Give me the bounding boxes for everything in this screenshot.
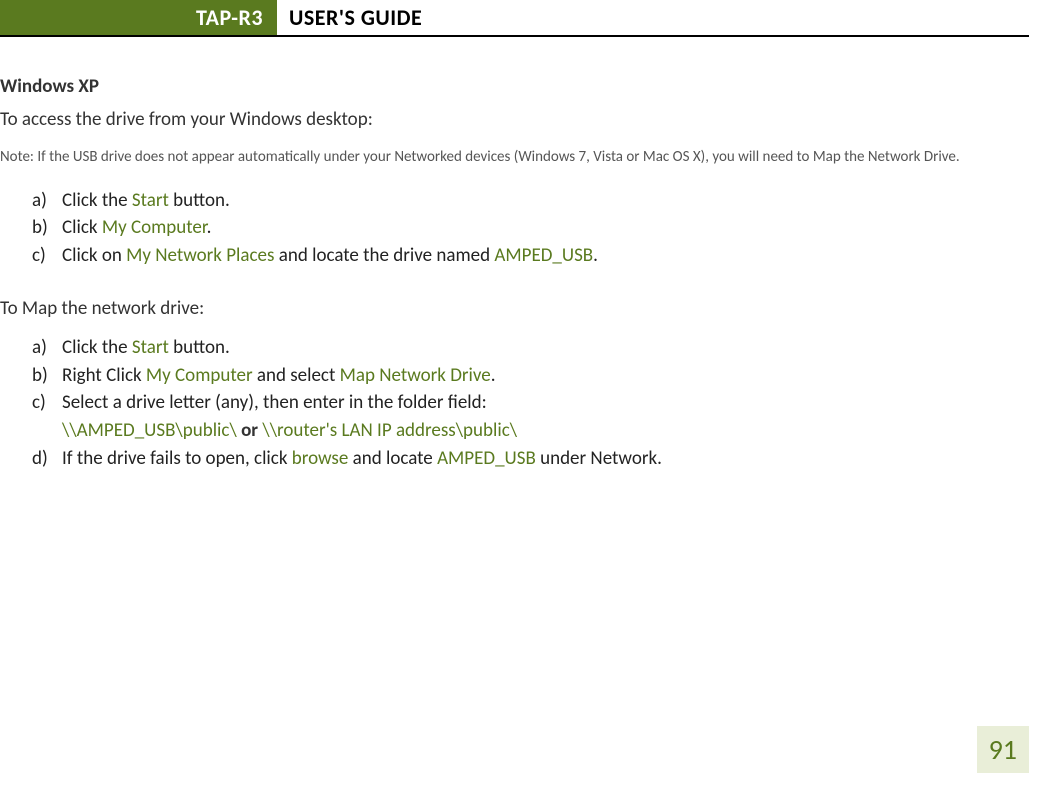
step-text-post: button. [169,336,230,359]
section-title: Windows XP [0,75,1029,98]
product-tag: TAP-R3 [0,0,277,35]
keyword: AMPED_USB [437,447,536,470]
keyword: browse [292,447,349,470]
step-marker: b) [32,362,48,390]
page-header: TAP-R3 USER'S GUIDE [0,0,1029,37]
step-2a: a) Click the Start button. [32,334,1029,362]
keyword: My Computer [146,364,253,387]
step-text-post: button. [169,189,230,212]
step-text-pre: Right Click [62,364,146,387]
subheading: To Map the network drive: [0,297,1029,320]
keyword-path: \\AMPED_USB\public\ [62,419,237,442]
step-2c: c) Select a drive letter (any), then ent… [32,389,1029,417]
step-text-post: under Network. [536,447,662,470]
keyword-path: \\router's LAN IP address\public\ [262,419,517,442]
step-marker: a) [32,334,47,362]
step-text-pre: If the drive fails to open, click [62,447,292,470]
step-text-pre: Click on [62,244,126,267]
step-1c: c) Click on My Network Places and locate… [32,242,1029,270]
step-1a: a) Click the Start button. [32,187,1029,215]
step-2b: b) Right Click My Computer and select Ma… [32,362,1029,390]
step-2c-subline: \\AMPED_USB\public\ or \\router's LAN IP… [32,417,1029,445]
step-marker: d) [32,445,48,473]
step-text-pre: Click the [62,336,132,359]
step-marker: c) [32,389,46,417]
keyword: Start [132,336,169,359]
page-number: 91 [977,726,1029,773]
step-text-post: . [207,216,212,239]
steps-list-2: a) Click the Start button. b) Right Clic… [0,334,1029,472]
or-text: or [237,419,263,442]
step-1b: b) Click My Computer. [32,214,1029,242]
step-marker: b) [32,214,48,242]
step-text-mid: and locate [348,447,437,470]
guide-title: USER'S GUIDE [277,0,422,35]
step-marker: a) [32,187,47,215]
step-text-post: . [593,244,598,267]
step-2d: d) If the drive fails to open, click bro… [32,445,1029,473]
keyword: AMPED_USB [494,244,593,267]
step-text-mid: and select [253,364,340,387]
step-text-pre: Click [62,216,102,239]
keyword: Map Network Drive [340,364,491,387]
keyword: My Network Places [126,244,274,267]
step-text-post: . [491,364,496,387]
step-text: Select a drive letter (any), then enter … [62,391,487,414]
step-text-pre: Click the [62,189,132,212]
intro-line: To access the drive from your Windows de… [0,108,1029,131]
page-content: Windows XP To access the drive from your… [0,37,1041,472]
step-marker: c) [32,242,46,270]
keyword: Start [132,189,169,212]
steps-list-1: a) Click the Start button. b) Click My C… [0,187,1029,270]
keyword: My Computer [102,216,207,239]
note-text: Note: If the USB drive does not appear a… [0,147,1029,169]
step-text-mid: and locate the drive named [274,244,494,267]
